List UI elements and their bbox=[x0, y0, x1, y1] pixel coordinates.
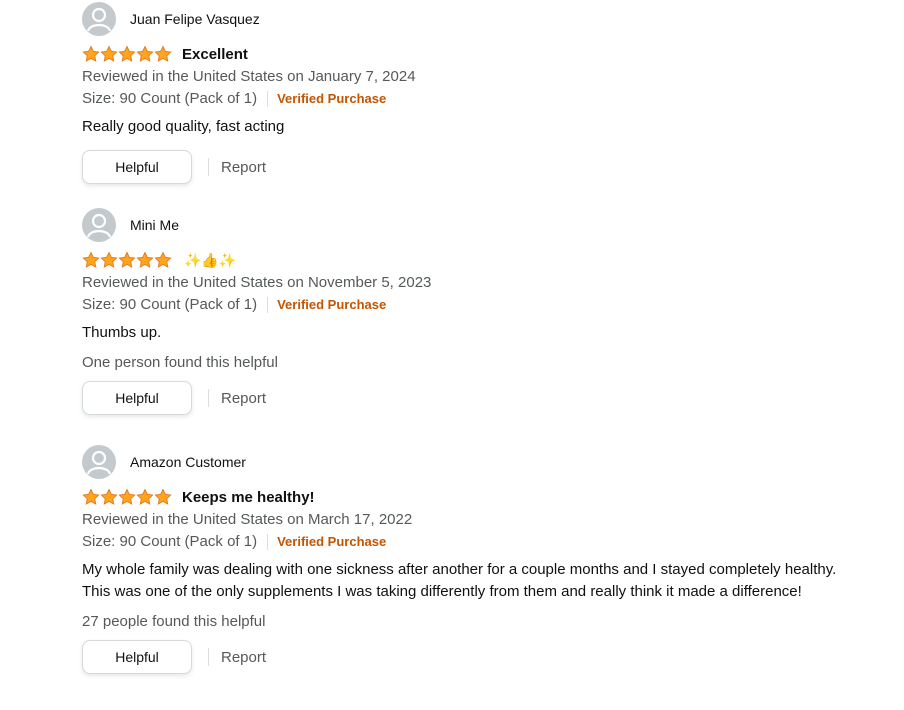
helpful-button[interactable]: Helpful bbox=[82, 150, 192, 184]
reviewer-name: Mini Me bbox=[130, 217, 180, 233]
verified-purchase-badge: Verified Purchase bbox=[277, 297, 387, 312]
verified-purchase-badge: Verified Purchase bbox=[277, 91, 387, 106]
divider bbox=[208, 158, 209, 176]
avatar bbox=[82, 2, 116, 36]
review-body: Really good quality, fast acting bbox=[82, 118, 285, 135]
divider bbox=[267, 91, 269, 107]
report-link[interactable]: Report bbox=[221, 649, 266, 666]
star-icon bbox=[136, 488, 154, 506]
star-icon bbox=[82, 45, 100, 63]
star-icon bbox=[118, 45, 136, 63]
reviewer-name: Juan Felipe Vasquez bbox=[130, 11, 260, 27]
product-size[interactable]: Size: 90 Count (Pack of 1) bbox=[82, 531, 257, 553]
divider bbox=[208, 389, 209, 407]
review-title[interactable]: Excellent bbox=[182, 46, 248, 63]
star-icon bbox=[82, 488, 100, 506]
verified-purchase-badge: Verified Purchase bbox=[277, 534, 387, 549]
reviewer-name: Amazon Customer bbox=[130, 454, 246, 470]
reviewer-profile[interactable]: Mini Me bbox=[82, 208, 882, 242]
default-avatar-icon bbox=[86, 450, 112, 475]
review-date: Reviewed in the United States on Novembe… bbox=[82, 274, 432, 291]
review-card: Juan Felipe Vasquez Excellent Reviewed i… bbox=[82, 2, 882, 184]
avatar bbox=[82, 445, 116, 479]
star-icon bbox=[100, 251, 118, 269]
review-title[interactable]: ✨👍✨ bbox=[184, 252, 236, 269]
report-link[interactable]: Report bbox=[221, 390, 266, 407]
report-link[interactable]: Report bbox=[221, 159, 266, 176]
star-icon bbox=[154, 45, 172, 63]
helpful-button[interactable]: Helpful bbox=[82, 381, 192, 415]
default-avatar-icon bbox=[86, 213, 112, 238]
helpful-count: 27 people found this helpful bbox=[82, 613, 266, 630]
reviewer-profile[interactable]: Amazon Customer bbox=[82, 445, 882, 479]
star-icon bbox=[82, 251, 100, 269]
star-icon bbox=[154, 251, 172, 269]
star-icon bbox=[154, 488, 172, 506]
star-rating[interactable] bbox=[82, 251, 172, 269]
review-body: Thumbs up. bbox=[82, 324, 162, 341]
star-icon bbox=[136, 251, 154, 269]
review-card: Amazon Customer Keeps me healthy! Review… bbox=[82, 445, 882, 674]
review-card: Mini Me ✨👍✨ Reviewed in the United State… bbox=[82, 208, 882, 415]
divider bbox=[208, 648, 209, 666]
star-icon bbox=[118, 251, 136, 269]
review-date: Reviewed in the United States on January… bbox=[82, 68, 416, 85]
divider bbox=[267, 534, 269, 550]
star-icon bbox=[100, 488, 118, 506]
review-title[interactable]: Keeps me healthy! bbox=[182, 489, 315, 506]
star-rating[interactable] bbox=[82, 45, 172, 63]
helpful-button[interactable]: Helpful bbox=[82, 640, 192, 674]
star-rating[interactable] bbox=[82, 488, 172, 506]
star-icon bbox=[136, 45, 154, 63]
helpful-count: One person found this helpful bbox=[82, 354, 278, 371]
product-size[interactable]: Size: 90 Count (Pack of 1) bbox=[82, 294, 257, 316]
star-icon bbox=[118, 488, 136, 506]
divider bbox=[267, 297, 269, 313]
review-date: Reviewed in the United States on March 1… bbox=[82, 511, 413, 528]
star-icon bbox=[100, 45, 118, 63]
avatar bbox=[82, 208, 116, 242]
review-body: My whole family was dealing with one sic… bbox=[82, 561, 837, 600]
default-avatar-icon bbox=[86, 7, 112, 32]
product-size[interactable]: Size: 90 Count (Pack of 1) bbox=[82, 88, 257, 110]
reviewer-profile[interactable]: Juan Felipe Vasquez bbox=[82, 2, 882, 36]
